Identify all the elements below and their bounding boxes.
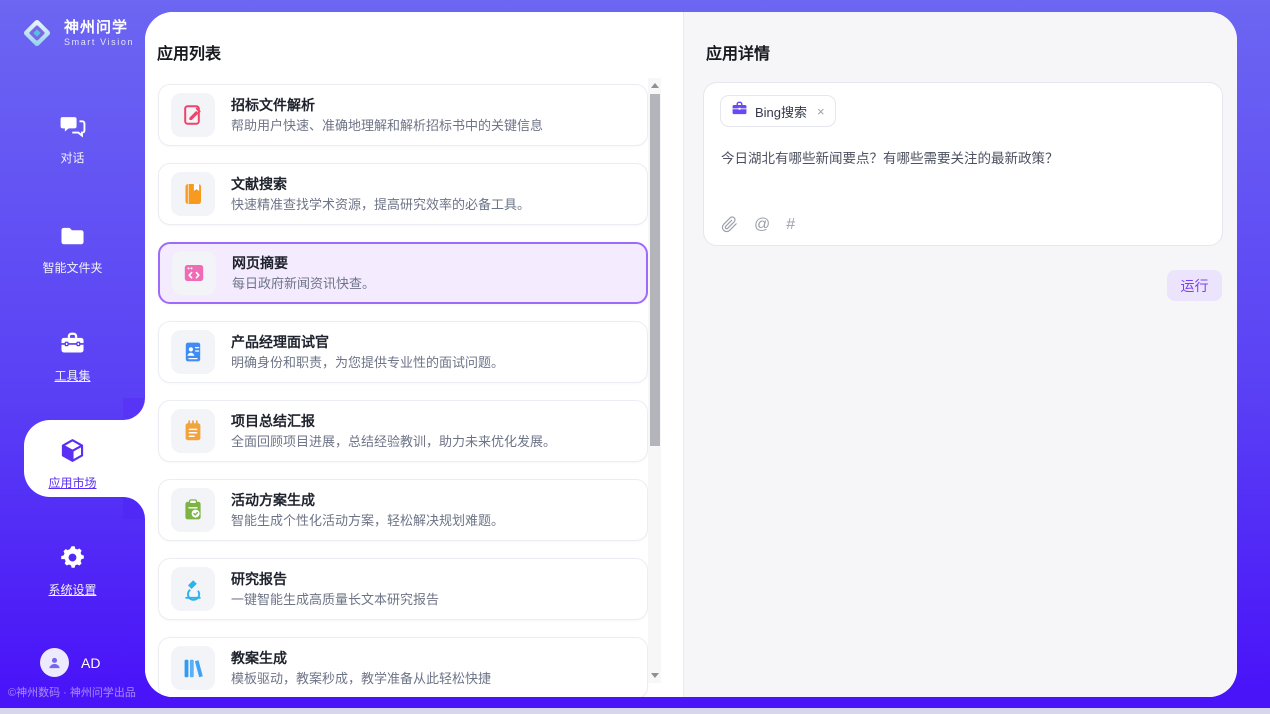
app-card-title: 活动方案生成 [231, 492, 504, 508]
sidebar-item-label: 应用市场 [0, 474, 145, 491]
app-card[interactable]: 文献搜索 快速精准查找学术资源，提高研究效率的必备工具。 [158, 163, 648, 225]
sidebar-item-smart-folder[interactable]: 智能文件夹 [0, 222, 145, 276]
app-window: 神州问学 Smart Vision 对话 智能文件夹 工具集 应用市场 系统设置… [0, 0, 1270, 714]
app-list-panel: 应用列表 招标文件解析 帮助用户快速、准确地理解和解析招标书中的关键信息 文献搜… [145, 12, 683, 697]
diamond-logo-icon [16, 12, 58, 54]
bottom-edge-strip [0, 708, 1270, 714]
app-card-title: 招标文件解析 [231, 97, 543, 113]
app-card-desc: 模板驱动，教案秒成，教学准备从此轻松快捷 [231, 671, 491, 687]
app-card-title: 产品经理面试官 [231, 334, 504, 350]
at-mention-icon[interactable]: @ [754, 216, 770, 233]
hash-icon[interactable]: # [786, 216, 795, 233]
sidebar-item-toolset[interactable]: 工具集 [0, 330, 145, 384]
tool-tag-bing-search[interactable]: Bing搜索 × [720, 95, 836, 127]
folder-icon [59, 236, 86, 253]
app-card[interactable]: 产品经理面试官 明确身份和职责，为您提供专业性的面试问题。 [158, 321, 648, 383]
app-card-desc: 明确身份和职责，为您提供专业性的面试问题。 [231, 355, 504, 371]
microscope-icon [171, 567, 215, 611]
sidebar-item-label: 系统设置 [0, 581, 145, 598]
prompt-card[interactable]: Bing搜索 × 今日湖北有哪些新闻要点？有哪些需要关注的最新政策？ @ # [703, 82, 1223, 246]
person-icon [46, 654, 63, 671]
briefcase-icon [731, 100, 748, 122]
app-card[interactable]: 研究报告 一键智能生成高质量长文本研究报告 [158, 558, 648, 620]
app-detail-title: 应用详情 [706, 40, 770, 64]
interview-icon [171, 330, 215, 374]
app-card-desc: 智能生成个性化活动方案，轻松解决规划难题。 [231, 513, 504, 529]
book-icon [171, 172, 215, 216]
app-card-desc: 帮助用户快速、准确地理解和解析招标书中的关键信息 [231, 118, 543, 134]
user-initials: AD [81, 655, 100, 671]
run-button[interactable]: 运行 [1167, 270, 1222, 301]
app-card-title: 网页摘要 [232, 255, 375, 271]
app-list-title: 应用列表 [157, 40, 221, 64]
tool-tag-close-icon[interactable]: × [817, 104, 825, 119]
browser-icon [172, 251, 216, 295]
gear-icon [59, 558, 86, 575]
scroll-up-arrow-icon[interactable] [651, 83, 659, 88]
active-nav-bump-fillet-bottom [123, 497, 145, 519]
app-card[interactable]: 活动方案生成 智能生成个性化活动方案，轻松解决规划难题。 [158, 479, 648, 541]
sidebar-item-label: 工具集 [0, 367, 145, 384]
composer-toolbar: @ # [721, 216, 795, 233]
app-card[interactable]: 教案生成 模板驱动，教案秒成，教学准备从此轻松快捷 [158, 637, 648, 697]
paperclip-icon[interactable] [721, 216, 738, 233]
app-card-desc: 一键智能生成高质量长文本研究报告 [231, 592, 439, 608]
scrollbar[interactable] [648, 78, 661, 683]
scrollbar-thumb[interactable] [650, 94, 660, 446]
books-icon [171, 646, 215, 690]
app-detail-panel: 应用详情 Bing搜索 × 今日湖北有哪些新闻要点？有哪些需要关注的最新政策？ … [683, 12, 1237, 697]
brand-logo: 神州问学 Smart Vision [16, 12, 134, 54]
scroll-down-arrow-icon[interactable] [651, 673, 659, 678]
app-card-title: 文献搜索 [231, 176, 530, 192]
app-card-title: 教案生成 [231, 650, 491, 666]
document-pen-icon [171, 93, 215, 137]
sidebar-item-chat[interactable]: 对话 [0, 112, 145, 166]
app-card-title: 项目总结汇报 [231, 413, 556, 429]
app-card[interactable]: 项目总结汇报 全面回顾项目进展，总结经验教训，助力未来优化发展。 [158, 400, 648, 462]
sidebar-item-label: 对话 [0, 149, 145, 166]
brand-name: 神州问学 [64, 19, 134, 36]
content-frame: 应用列表 招标文件解析 帮助用户快速、准确地理解和解析招标书中的关键信息 文献搜… [145, 12, 1237, 697]
active-nav-bump-fillet-top [123, 398, 145, 420]
tool-tag-label: Bing搜索 [755, 102, 807, 121]
toolbox-icon [59, 344, 86, 361]
notepad-icon [171, 409, 215, 453]
chat-icon [59, 126, 86, 143]
sidebar-item-app-market[interactable]: 应用市场 [0, 437, 145, 491]
avatar [40, 648, 69, 677]
app-card[interactable]: 招标文件解析 帮助用户快速、准确地理解和解析招标书中的关键信息 [158, 84, 648, 146]
sidebar-item-system-settings[interactable]: 系统设置 [0, 544, 145, 598]
sidebar-item-label: 智能文件夹 [0, 259, 145, 276]
prompt-input[interactable]: 今日湖北有哪些新闻要点？有哪些需要关注的最新政策？ [721, 149, 1206, 168]
app-card-list: 招标文件解析 帮助用户快速、准确地理解和解析招标书中的关键信息 文献搜索 快速精… [158, 84, 648, 697]
cube-icon [59, 451, 86, 468]
copyright-footer: ©神州数码 · 神州问学出品 [8, 684, 136, 700]
app-card-title: 研究报告 [231, 571, 439, 587]
user-account[interactable]: AD [40, 648, 100, 677]
app-card-desc: 每日政府新闻资讯快查。 [232, 276, 375, 292]
app-card[interactable]: 网页摘要 每日政府新闻资讯快查。 [158, 242, 648, 304]
brand-tagline: Smart Vision [64, 37, 134, 47]
app-card-desc: 全面回顾项目进展，总结经验教训，助力未来优化发展。 [231, 434, 556, 450]
app-card-desc: 快速精准查找学术资源，提高研究效率的必备工具。 [231, 197, 530, 213]
clipboard-check-icon [171, 488, 215, 532]
